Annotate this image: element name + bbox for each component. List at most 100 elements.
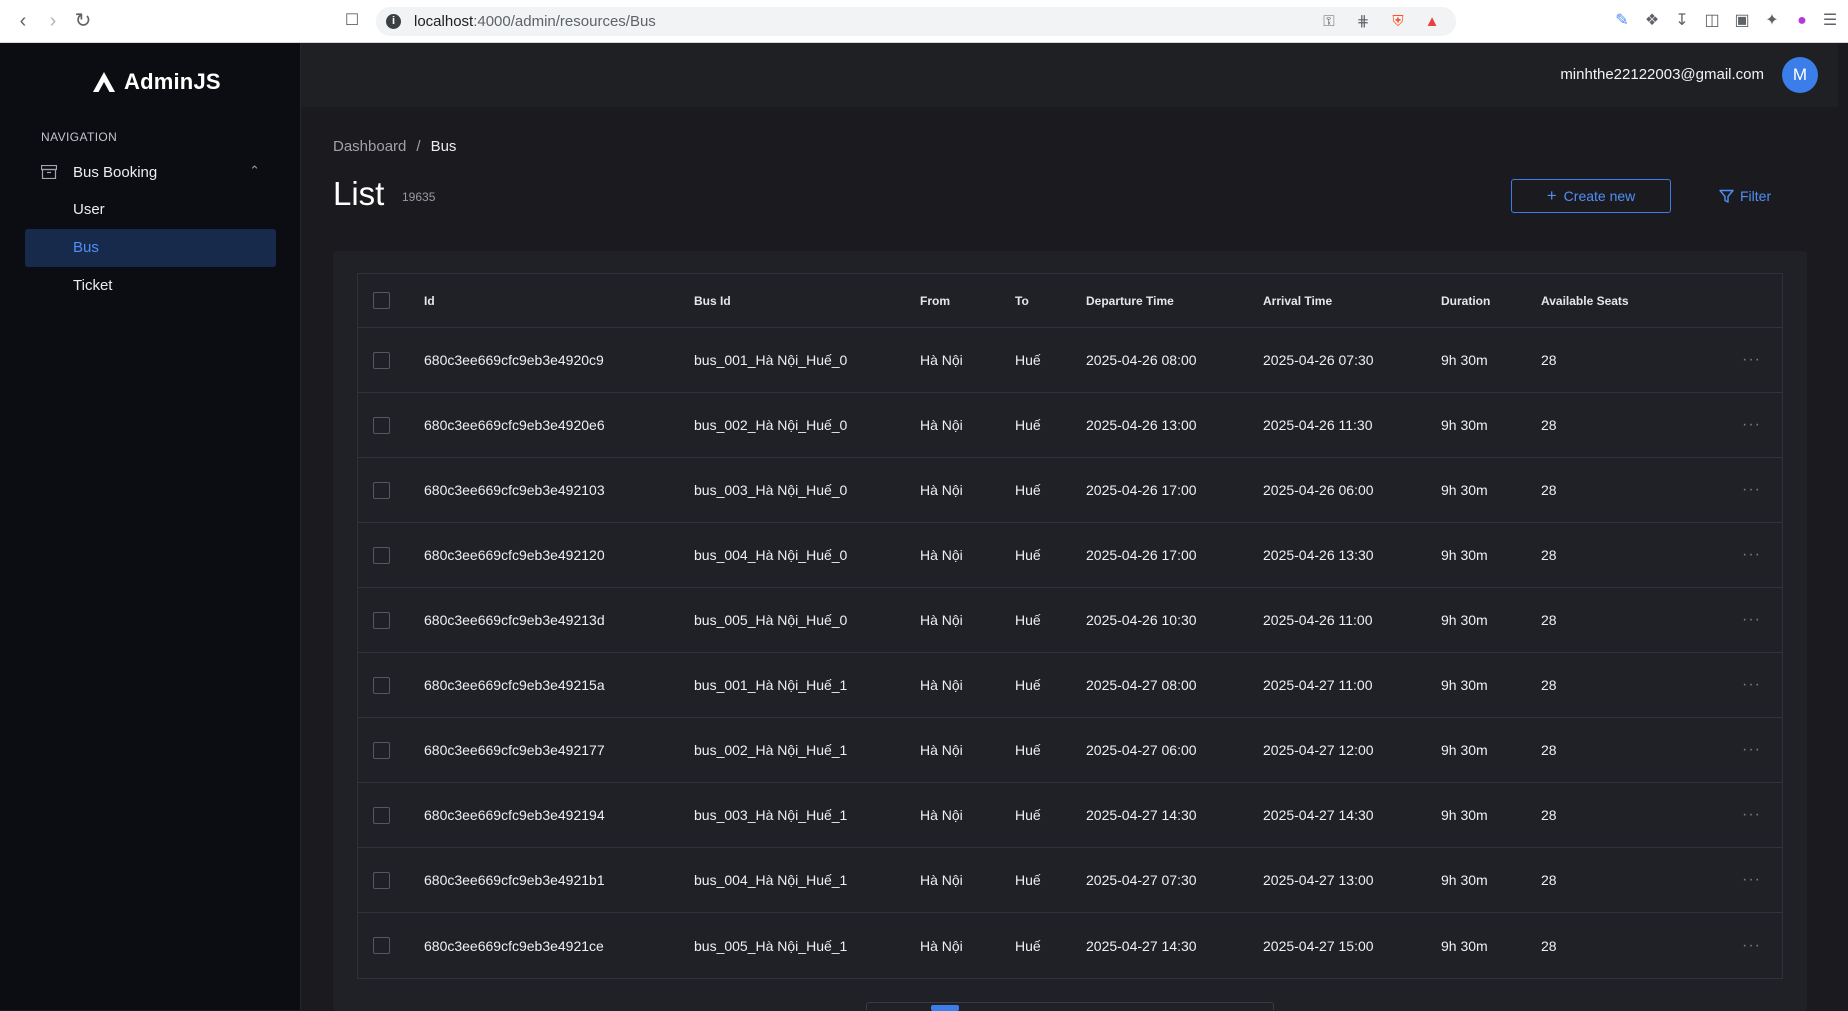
user-email[interactable]: minhthe22122003@gmail.com xyxy=(1560,66,1764,83)
create-new-button[interactable]: + Create new xyxy=(1511,179,1671,213)
wallet-icon[interactable]: ▣ xyxy=(1732,11,1752,31)
cell-duration: 9h 30m xyxy=(1441,872,1488,888)
table-row[interactable]: 680c3ee669cfc9eb3e492194 bus_003_Hà Nội_H… xyxy=(358,783,1782,848)
table-row[interactable]: 680c3ee669cfc9eb3e49215a bus_001_Hà Nội_H… xyxy=(358,653,1782,718)
column-header-bus-id[interactable]: Bus Id xyxy=(694,274,731,327)
table-row[interactable]: 680c3ee669cfc9eb3e4921ce bus_005_Hà Nội_H… xyxy=(358,913,1782,978)
cell-id[interactable]: 680c3ee669cfc9eb3e49213d xyxy=(424,588,605,652)
cell-to: Huế xyxy=(1015,677,1041,693)
row-select-cell xyxy=(373,848,390,912)
column-header-to[interactable]: To xyxy=(1015,274,1029,327)
cell-id[interactable]: 680c3ee669cfc9eb3e492120 xyxy=(424,523,605,587)
chevron-up-icon[interactable]: ⌃ xyxy=(249,163,260,179)
row-checkbox[interactable] xyxy=(373,937,390,954)
breadcrumb-separator: / xyxy=(416,138,421,155)
page-scrollbar[interactable] xyxy=(1838,43,1848,1010)
row-checkbox[interactable] xyxy=(373,611,390,629)
column-header-id[interactable]: Id xyxy=(424,274,435,327)
table-row[interactable]: 680c3ee669cfc9eb3e492120 bus_004_Hà Nội_H… xyxy=(358,523,1782,588)
leo-ai-icon[interactable]: ✦ xyxy=(1762,11,1782,31)
pagination-current-page[interactable] xyxy=(931,1005,959,1011)
brave-rewards-icon[interactable]: ▲ xyxy=(1423,13,1441,31)
cell-id[interactable]: 680c3ee669cfc9eb3e49215a xyxy=(424,653,605,717)
top-header: minhthe22122003@gmail.com M xyxy=(301,43,1848,107)
row-checkbox[interactable] xyxy=(373,741,390,759)
url-text[interactable]: localhost:4000/admin/resources/Bus xyxy=(414,13,656,30)
cell-arrival-time: 2025-04-27 11:00 xyxy=(1263,677,1373,693)
translate-icon[interactable]: ✎ xyxy=(1612,11,1632,31)
row-checkbox[interactable] xyxy=(373,806,390,824)
row-actions-icon[interactable]: ··· xyxy=(1742,913,1761,978)
table-row[interactable]: 680c3ee669cfc9eb3e49213d bus_005_Hà Nội_H… xyxy=(358,588,1782,653)
profile-icon[interactable]: ● xyxy=(1792,11,1812,31)
filter-button[interactable]: Filter xyxy=(1719,179,1771,213)
cell-arrival-time: 2025-04-26 11:30 xyxy=(1263,417,1373,433)
cell-id[interactable]: 680c3ee669cfc9eb3e4920e6 xyxy=(424,393,605,457)
cell-arrival-time: 2025-04-26 06:00 xyxy=(1263,482,1374,498)
site-info-icon[interactable]: i xyxy=(386,14,401,29)
forward-icon[interactable]: › xyxy=(42,10,64,32)
column-header-available-seats[interactable]: Available Seats xyxy=(1541,274,1629,327)
column-header-arrival-time[interactable]: Arrival Time xyxy=(1263,274,1332,327)
avatar[interactable]: M xyxy=(1782,57,1818,93)
cell-id[interactable]: 680c3ee669cfc9eb3e492194 xyxy=(424,783,605,847)
select-all-checkbox[interactable] xyxy=(373,292,390,309)
cell-arrival-time: 2025-04-27 12:00 xyxy=(1263,742,1374,758)
brave-shield-icon[interactable]: ⛨ xyxy=(1389,13,1407,31)
row-actions-icon[interactable]: ··· xyxy=(1742,718,1761,782)
address-bar[interactable]: i localhost:4000/admin/resources/Bus ⚿ ⋕… xyxy=(376,7,1456,36)
main-content: Dashboard / Bus List 19635 + Create new F… xyxy=(301,107,1848,1011)
bookmark-icon[interactable]: ☐ xyxy=(341,10,363,32)
download-icon[interactable]: ↧ xyxy=(1672,11,1692,31)
row-actions-icon[interactable]: ··· xyxy=(1742,653,1761,717)
cell-departure-time: 2025-04-27 14:30 xyxy=(1086,807,1197,823)
row-actions-icon[interactable]: ··· xyxy=(1742,458,1761,522)
share-icon[interactable]: ⋕ xyxy=(1354,13,1372,31)
sidebar-item-user[interactable]: User xyxy=(25,191,276,229)
cell-departure-time: 2025-04-27 14:30 xyxy=(1086,937,1197,954)
row-checkbox[interactable] xyxy=(373,871,390,889)
row-actions-icon[interactable]: ··· xyxy=(1742,783,1761,847)
sidebar-item-ticket[interactable]: Ticket xyxy=(25,267,276,305)
extensions-icon[interactable]: ❖ xyxy=(1642,11,1662,31)
row-actions-icon[interactable]: ··· xyxy=(1742,848,1761,912)
cell-available-seats: 28 xyxy=(1541,352,1557,368)
cell-available-seats: 28 xyxy=(1541,872,1557,888)
row-actions-icon[interactable]: ··· xyxy=(1742,523,1761,587)
menu-icon[interactable]: ☰ xyxy=(1820,11,1840,31)
breadcrumb-dashboard[interactable]: Dashboard xyxy=(333,138,406,155)
row-select-cell xyxy=(373,783,390,847)
back-icon[interactable]: ‹ xyxy=(12,10,34,32)
nav-group-bus-booking[interactable]: Bus Booking ⌃ xyxy=(25,155,276,189)
key-icon[interactable]: ⚿ xyxy=(1320,13,1338,31)
row-actions-icon[interactable]: ··· xyxy=(1742,328,1761,392)
table-row[interactable]: 680c3ee669cfc9eb3e4920c9 bus_001_Hà Nội_H… xyxy=(358,328,1782,393)
cell-id[interactable]: 680c3ee669cfc9eb3e4920c9 xyxy=(424,328,604,392)
cell-id[interactable]: 680c3ee669cfc9eb3e492177 xyxy=(424,718,605,782)
cell-id[interactable]: 680c3ee669cfc9eb3e4921ce xyxy=(424,913,604,978)
logo[interactable]: AdminJS xyxy=(92,67,221,97)
row-checkbox[interactable] xyxy=(373,351,390,369)
row-actions-icon[interactable]: ··· xyxy=(1742,588,1761,652)
column-header-from[interactable]: From xyxy=(920,274,950,327)
sidebar-toggle-icon[interactable]: ◫ xyxy=(1702,11,1722,31)
row-checkbox[interactable] xyxy=(373,416,390,434)
table-row[interactable]: 680c3ee669cfc9eb3e4920e6 bus_002_Hà Nội_H… xyxy=(358,393,1782,458)
column-header-duration[interactable]: Duration xyxy=(1441,274,1490,327)
table-row[interactable]: 680c3ee669cfc9eb3e492177 bus_002_Hà Nội_H… xyxy=(358,718,1782,783)
sidebar-item-label: Ticket xyxy=(73,277,113,294)
row-actions-icon[interactable]: ··· xyxy=(1742,393,1761,457)
table-row[interactable]: 680c3ee669cfc9eb3e4921b1 bus_004_Hà Nội_H… xyxy=(358,848,1782,913)
row-select-cell xyxy=(373,393,390,457)
reload-icon[interactable]: ↻ xyxy=(72,10,94,32)
cell-departure-time: 2025-04-27 06:00 xyxy=(1086,742,1197,758)
cell-id[interactable]: 680c3ee669cfc9eb3e492103 xyxy=(424,458,605,522)
cell-id[interactable]: 680c3ee669cfc9eb3e4921b1 xyxy=(424,848,605,912)
cell-duration: 9h 30m xyxy=(1441,677,1488,693)
sidebar-item-bus[interactable]: Bus xyxy=(25,229,276,267)
row-checkbox[interactable] xyxy=(373,481,390,499)
row-checkbox[interactable] xyxy=(373,676,390,694)
row-checkbox[interactable] xyxy=(373,546,390,564)
table-row[interactable]: 680c3ee669cfc9eb3e492103 bus_003_Hà Nội_H… xyxy=(358,458,1782,523)
column-header-departure-time[interactable]: Departure Time xyxy=(1086,274,1174,327)
